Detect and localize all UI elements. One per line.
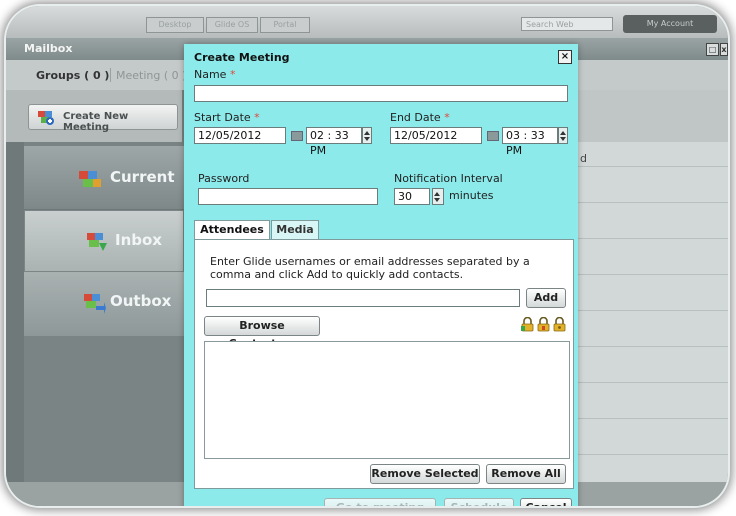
name-input[interactable] [194, 85, 568, 102]
start-time-input[interactable]: 02 : 33 PM [306, 127, 362, 157]
end-time-input[interactable]: 03 : 33 PM [502, 127, 558, 157]
start-date-label: Start Date * [194, 111, 260, 124]
notification-interval-spinner[interactable] [432, 188, 444, 205]
maximize-button[interactable]: □ [706, 43, 719, 56]
outbox-icon [84, 294, 106, 314]
name-label: Name * [194, 68, 235, 81]
attendees-panel: Enter Glide usernames or email addresses… [194, 239, 574, 489]
list-row-divider [574, 166, 728, 167]
tab-meeting[interactable]: Meeting ( 0 ) [116, 69, 186, 82]
list-row-divider [574, 382, 728, 383]
dialog-close-button[interactable]: × [558, 50, 572, 64]
tab-separator [110, 68, 111, 82]
start-time-spinner[interactable] [362, 127, 372, 144]
start-date-label-text: Start Date [194, 111, 251, 124]
nav-current[interactable]: Current [24, 146, 184, 210]
list-row-divider [574, 238, 728, 239]
list-row-divider [574, 418, 728, 419]
system-top-bar: Desktop Glide OS Portal Search Web My Ac… [6, 6, 728, 38]
inbox-icon [87, 233, 107, 251]
left-edge-panel [6, 142, 24, 506]
lock-icons-group [521, 317, 569, 333]
spin-down-icon[interactable] [364, 137, 370, 141]
notification-interval-label: Notification Interval [394, 172, 503, 185]
password-label: Password [198, 172, 250, 185]
tab-media[interactable]: Media [271, 220, 319, 240]
tab-groups[interactable]: Groups ( 0 ) [36, 69, 109, 82]
browse-contacts-button[interactable]: Browse Contacts... [204, 316, 320, 350]
create-new-meeting-button[interactable]: Create New Meeting [28, 104, 178, 133]
list-row-divider [574, 202, 728, 203]
attendees-list[interactable] [204, 341, 570, 459]
attendee-quick-add-input[interactable] [206, 289, 520, 307]
meeting-list-area: d [574, 90, 728, 490]
top-tab-glide-os[interactable]: Glide OS [206, 17, 258, 33]
nav-outbox[interactable]: Outbox [24, 272, 184, 336]
end-time-spinner[interactable] [558, 127, 568, 144]
password-input[interactable] [198, 188, 378, 205]
account-button[interactable]: My Account [623, 15, 717, 33]
window-close-button[interactable]: x [720, 43, 728, 56]
dialog-title: Create Meeting [194, 51, 290, 64]
nav-current-label: Current [110, 168, 175, 186]
mailbox-title: Mailbox [24, 42, 73, 55]
meeting-add-icon [38, 111, 54, 125]
list-row-divider [574, 346, 728, 347]
spin-up-icon[interactable] [364, 131, 370, 135]
schedule-button[interactable]: Schedule [444, 498, 514, 506]
lock-orange-icon[interactable] [537, 317, 550, 332]
lock-gold-icon[interactable] [553, 317, 566, 332]
app-window-frame: Desktop Glide OS Portal Search Web My Ac… [6, 6, 728, 506]
spin-up-icon[interactable] [434, 192, 440, 196]
start-date-calendar-icon[interactable] [291, 131, 303, 141]
spin-down-icon[interactable] [434, 198, 440, 202]
remove-all-button[interactable]: Remove All [486, 464, 566, 484]
lock-green-icon[interactable] [521, 317, 534, 332]
current-meetings-icon [79, 171, 101, 187]
go-to-meeting-now-button[interactable]: Go to meeting now [324, 498, 436, 506]
spin-up-icon[interactable] [560, 131, 566, 135]
meeting-list-toolbar [574, 90, 728, 142]
add-attendee-button[interactable]: Add [526, 288, 566, 308]
list-row-divider [574, 310, 728, 311]
name-label-text: Name [194, 68, 227, 81]
required-mark: * [254, 111, 260, 124]
required-mark: * [229, 68, 236, 81]
end-date-calendar-icon[interactable] [487, 131, 499, 141]
notification-unit: minutes [449, 189, 494, 202]
list-column-header-fragment: d [580, 152, 587, 165]
end-date-input[interactable]: 12/05/2012 [390, 127, 482, 144]
top-tab-portal[interactable]: Portal [260, 17, 310, 33]
spin-down-icon[interactable] [560, 137, 566, 141]
list-row-divider [574, 454, 728, 455]
nav-inbox[interactable]: Inbox [24, 210, 184, 272]
create-new-meeting-label: Create New Meeting [63, 111, 129, 133]
end-date-label-text: End Date [390, 111, 441, 124]
cancel-button[interactable]: Cancel [520, 498, 572, 506]
list-row-divider [574, 274, 728, 275]
tab-attendees[interactable]: Attendees [194, 220, 270, 240]
web-search-input[interactable]: Search Web [521, 17, 613, 31]
notification-interval-input[interactable]: 30 [394, 188, 430, 205]
create-meeting-dialog: Create Meeting × Name * Start Date * 12/… [184, 44, 578, 506]
left-panel-empty [24, 336, 184, 482]
required-mark: * [444, 111, 450, 124]
end-date-label: End Date * [390, 111, 450, 124]
remove-selected-button[interactable]: Remove Selected [370, 464, 480, 484]
top-tab-desktop[interactable]: Desktop [146, 17, 204, 33]
attendees-help-text: Enter Glide usernames or email addresses… [210, 255, 530, 281]
start-date-input[interactable]: 12/05/2012 [194, 127, 286, 144]
nav-outbox-label: Outbox [110, 292, 172, 310]
nav-inbox-label: Inbox [115, 231, 162, 249]
